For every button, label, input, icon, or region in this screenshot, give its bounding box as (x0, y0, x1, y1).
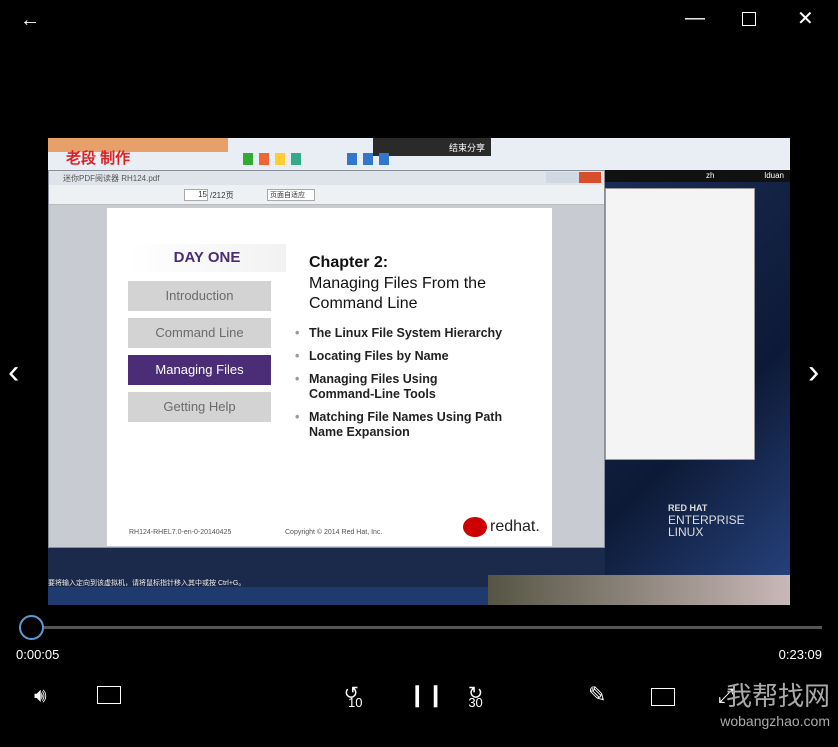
slide-nav-getting-help: Getting Help (128, 392, 271, 422)
skip-back-label: 10 (348, 695, 363, 710)
current-time: 0:00:05 (16, 647, 60, 662)
pdf-viewer-window: 迷你PDF阅读器 RH124.pdf 15 /212页 页面自适应 DAY ON… (48, 170, 605, 548)
bullet-item: Matching File Names Using Path Name Expa… (295, 410, 519, 440)
skip-forward-label: 30 (468, 695, 483, 710)
slide-nav-managing-files: Managing Files (128, 355, 271, 385)
back-button[interactable]: ← (20, 10, 40, 30)
pdf-toolbar: 15 /212页 页面自适应 (49, 185, 604, 205)
bullet-item: Locating Files by Name (295, 349, 539, 364)
bullet-item: Managing Files Using Command-Line Tools (295, 372, 459, 402)
skip-back-button[interactable]: ↺ 10 (340, 684, 363, 710)
next-button[interactable]: › (808, 355, 819, 389)
edit-pencil-button[interactable]: ✎ (588, 684, 606, 706)
pdf-title: 迷你PDF阅读器 RH124.pdf (49, 171, 604, 185)
slide-page: DAY ONE Introduction Command Line Managi… (107, 208, 552, 546)
end-share-button[interactable]: 结束分享 (449, 143, 485, 153)
volume-button[interactable]: 🔊︎ (34, 686, 47, 706)
watermark-text: 老段 制作 (66, 150, 131, 167)
minimize-button[interactable]: — (685, 8, 705, 28)
vm-desktop: zh lduan RED HAT ENTERPRISE LINUX (605, 170, 790, 575)
chapter-title: Managing Files From the Command Line (309, 275, 486, 312)
maximize-button[interactable] (742, 12, 756, 26)
vm-toolbar: 老段 制作 结束分享 (48, 138, 790, 170)
pause-button[interactable]: ❙❙ (408, 684, 445, 706)
mini-view-button[interactable] (651, 688, 675, 706)
slide-nav-command-line: Command Line (128, 318, 271, 348)
seek-bar[interactable] (30, 626, 822, 629)
subtitles-button[interactable] (97, 686, 121, 704)
previous-button[interactable]: ‹ (8, 355, 19, 389)
total-time: 0:23:09 (778, 647, 822, 662)
footer-copyright: Copyright © 2014 Red Hat, Inc. (285, 529, 383, 536)
bullet-item: The Linux File System Hierarchy (295, 326, 539, 341)
rhel-logo: RED HAT ENTERPRISE LINUX (668, 503, 745, 539)
redhat-logo: redhat. (463, 517, 540, 537)
footer-doc-id: RH124-RHEL7.0-en-0-20140425 (129, 529, 232, 536)
page-number-input[interactable]: 15 (184, 189, 208, 201)
slide-nav-introduction: Introduction (128, 281, 271, 311)
video-frame[interactable]: 老段 制作 结束分享 迷你PDF阅读器 RH124.pdf 15 /212页 页… (48, 138, 790, 605)
page-total: /212页 (210, 191, 234, 200)
chapter-label: Chapter 2: (309, 254, 389, 271)
site-watermark: 我帮找网 wobangzhao.com (720, 681, 830, 729)
seek-thumb[interactable] (19, 615, 44, 640)
close-button[interactable]: ✕ (797, 9, 814, 29)
skip-forward-button[interactable]: ↻ 30 (468, 684, 483, 709)
zoom-mode-select[interactable]: 页面自适应 (267, 189, 315, 201)
day-label: DAY ONE (128, 244, 286, 272)
